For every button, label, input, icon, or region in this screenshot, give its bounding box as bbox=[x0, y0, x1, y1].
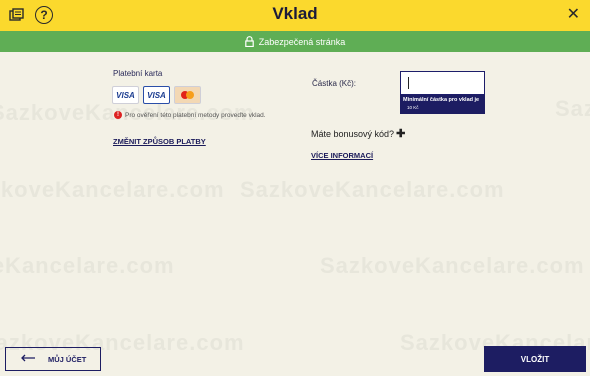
amount-input[interactable] bbox=[400, 71, 485, 95]
watermark: SazkoveKancelare.com bbox=[0, 177, 225, 202]
text-caret bbox=[408, 77, 409, 89]
warning-icon: ! bbox=[114, 111, 122, 119]
my-account-label: MŮJ ÚČET bbox=[48, 354, 87, 364]
my-account-button[interactable]: MŮJ ÚČET bbox=[5, 347, 101, 371]
lock-icon bbox=[244, 36, 254, 48]
tooltip-value: 10 Kč bbox=[407, 105, 419, 110]
more-info-link[interactable]: VÍCE INFORMACÍ bbox=[311, 151, 373, 160]
secure-page-bar: Zabezpečená stránka bbox=[0, 31, 590, 52]
change-payment-method-link[interactable]: ZMĚNIT ZPŮSOB PLATBY bbox=[113, 137, 206, 146]
watermark: SazkoveKancelare.com bbox=[0, 253, 175, 278]
amount-label: Částka (Kč): bbox=[312, 79, 357, 88]
verify-note-text: Pro ověření této platební metody proveďt… bbox=[125, 111, 266, 119]
header-bar: ? Vklad ✕ bbox=[0, 0, 590, 31]
watermark: SazkoveKancelare.com bbox=[555, 96, 590, 121]
submit-label: VLOŽIT bbox=[520, 354, 550, 364]
deposit-submit-button[interactable]: VLOŽIT bbox=[484, 346, 586, 372]
plus-icon[interactable]: ✚ bbox=[396, 127, 405, 140]
watermark: SazkoveKancelare.com bbox=[240, 177, 505, 202]
secure-page-text: Zabezpečená stránka bbox=[258, 36, 346, 47]
visa-card-icon[interactable]: VISA bbox=[112, 86, 139, 104]
visa-debit-card-icon[interactable]: VISA bbox=[143, 86, 170, 104]
page-title: Vklad bbox=[272, 4, 318, 23]
payment-method-label: Platební karta bbox=[113, 69, 163, 78]
verify-note: ! Pro ověření této platební metody prove… bbox=[114, 111, 266, 119]
close-icon[interactable]: ✕ bbox=[567, 6, 580, 24]
bonus-code-row: Máte bonusový kód? ✚ bbox=[311, 127, 405, 140]
min-amount-tooltip: Minimální částka pro vklad je 10 Kč bbox=[400, 95, 485, 114]
watermark: SazkoveKancelare.com bbox=[320, 253, 585, 278]
card-list: VISA VISA bbox=[112, 86, 201, 104]
visa-card-label: VISA bbox=[147, 90, 166, 100]
tooltip-title: Minimální částka pro vklad je bbox=[403, 97, 480, 103]
arrow-left-icon bbox=[20, 354, 36, 364]
mastercard-icon[interactable] bbox=[174, 86, 201, 104]
bonus-code-label: Máte bonusový kód? bbox=[311, 128, 395, 139]
